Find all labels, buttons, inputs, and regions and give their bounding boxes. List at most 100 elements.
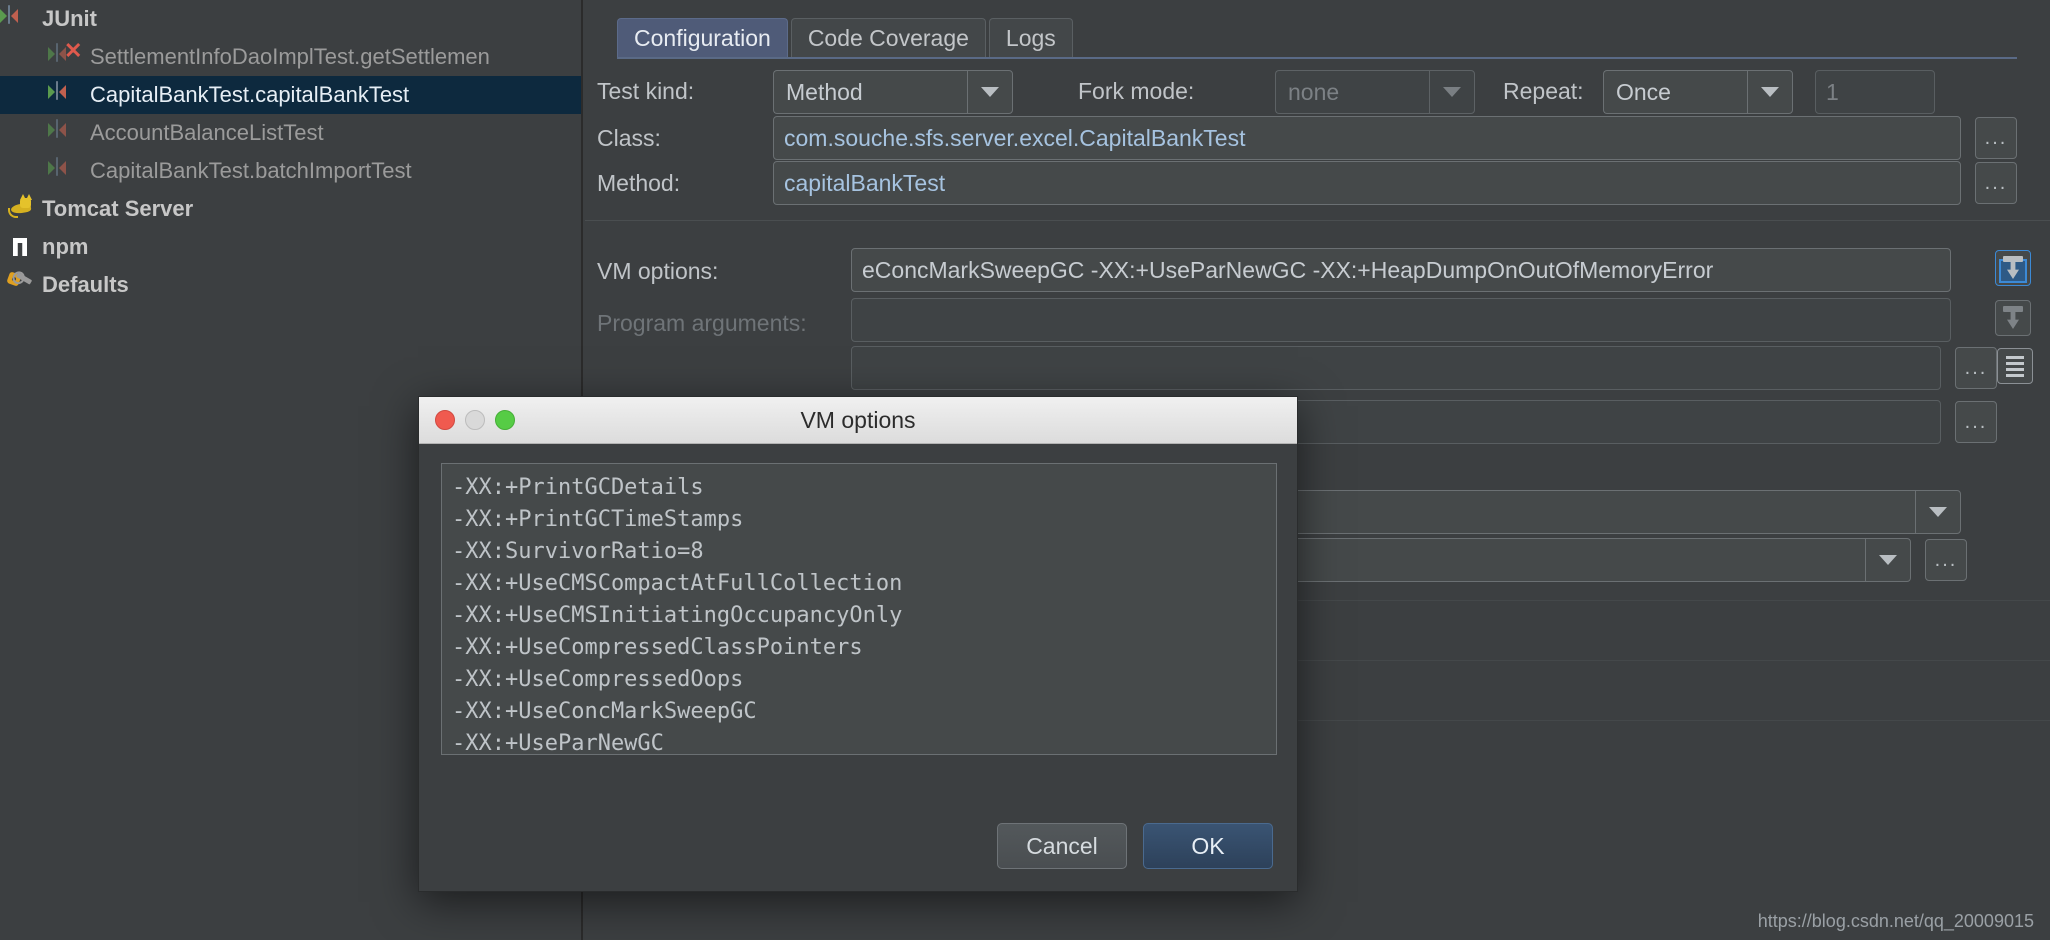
defaults-gear-wrench-icon (8, 272, 34, 298)
macros-list-button[interactable] (1997, 348, 2033, 384)
chevron-down-icon[interactable] (967, 70, 1013, 114)
class-label: Class: (597, 125, 661, 152)
sidebar-item-label: AccountBalanceListTest (90, 120, 324, 146)
vm-options-value: eConcMarkSweepGC -XX:+UseParNewGC -XX:+H… (862, 257, 1713, 284)
sidebar-item-settlementinfodaoimpltest[interactable]: ✕ SettlementInfoDaoImplTest.getSettlemen (0, 38, 581, 76)
tab-label: Code Coverage (808, 25, 969, 52)
fork-mode-label: Fork mode: (1078, 78, 1194, 105)
junit-run-icon (8, 6, 34, 32)
tomcat-icon (8, 196, 34, 222)
method-input[interactable]: capitalBankTest (773, 161, 1961, 205)
working-directory-browse-button[interactable]: ... (1955, 347, 1997, 389)
sidebar-item-label: npm (42, 234, 88, 260)
chevron-down-icon[interactable] (1865, 538, 1911, 582)
repeat-label-wrap: Repeat: (1503, 78, 1584, 105)
sidebar-item-label: JUnit (42, 6, 97, 32)
ide-run-configurations-window: JUnit ✕ SettlementInfoDaoImplTest.getSet… (0, 0, 2050, 940)
ellipsis-icon: ... (1965, 411, 1988, 434)
vm-option-line: -XX:+PrintGCDetails (452, 472, 1266, 504)
module-classpath-browse-button[interactable]: ... (1925, 539, 1967, 581)
vm-options-label-wrap: VM options: (597, 258, 718, 285)
tab-configuration[interactable]: Configuration (617, 18, 788, 58)
fork-mode-combo[interactable]: none (1275, 70, 1475, 114)
expand-arrow-down-icon (2007, 311, 2019, 329)
vm-options-dialog: VM options -XX:+PrintGCDetails -XX:+Prin… (418, 396, 1298, 892)
chevron-down-icon[interactable] (1747, 70, 1793, 114)
environment-variables-browse-button[interactable]: ... (1955, 401, 1997, 443)
error-x-icon: ✕ (64, 40, 82, 62)
sidebar-item-capitalbanktest-capitalbanktest[interactable]: CapitalBankTest.capitalBankTest (0, 76, 581, 114)
test-kind-value: Method (773, 70, 967, 114)
sidebar-item-capitalbanktest-batchimporttest[interactable]: CapitalBankTest.batchImportTest (0, 152, 581, 190)
cancel-button[interactable]: Cancel (997, 823, 1127, 869)
repeat-count-input[interactable]: 1 (1815, 70, 1935, 114)
ellipsis-icon: ... (1985, 172, 2008, 195)
vm-options-label: VM options: (597, 258, 718, 285)
class-value: com.souche.sfs.server.excel.CapitalBankT… (784, 125, 1245, 152)
class-label-wrap: Class: (597, 125, 661, 152)
sidebar-item-label: CapitalBankTest.capitalBankTest (90, 82, 409, 108)
sidebar-item-label: Tomcat Server (42, 196, 193, 222)
ok-button[interactable]: OK (1143, 823, 1273, 869)
tab-logs[interactable]: Logs (989, 18, 1073, 58)
list-bar (2006, 368, 2024, 371)
repeat-value: Once (1603, 70, 1747, 114)
vm-option-line: -XX:+UseConcMarkSweepGC (452, 696, 1266, 728)
program-arguments-label: Program arguments: (597, 310, 807, 337)
dialog-button-bar: Cancel OK (997, 823, 1273, 869)
vm-option-line: -XX:+UseCompressedOops (452, 664, 1266, 696)
repeat-combo[interactable]: Once (1603, 70, 1793, 114)
program-arguments-input[interactable] (851, 298, 1951, 342)
npm-icon (8, 234, 34, 260)
dialog-titlebar[interactable]: VM options (419, 397, 1297, 444)
vm-option-line: -XX:SurvivorRatio=8 (452, 536, 1266, 568)
test-kind-combo[interactable]: Method (773, 70, 1013, 114)
junit-run-error-icon: ✕ (56, 44, 82, 70)
sidebar-item-tomcat-server[interactable]: Tomcat Server (0, 190, 581, 228)
junit-run-icon (56, 120, 82, 146)
tab-underline (617, 57, 2017, 59)
tab-label: Configuration (634, 25, 771, 52)
method-value: capitalBankTest (784, 170, 945, 197)
list-bar (2006, 374, 2024, 377)
tab-code-coverage[interactable]: Code Coverage (791, 18, 986, 58)
method-label: Method: (597, 170, 680, 197)
vm-options-input[interactable]: eConcMarkSweepGC -XX:+UseParNewGC -XX:+H… (851, 248, 1951, 292)
cancel-button-label: Cancel (1026, 833, 1098, 860)
sidebar-item-accountbalancelisttest[interactable]: AccountBalanceListTest (0, 114, 581, 152)
sidebar-item-label: SettlementInfoDaoImplTest.getSettlemen (90, 44, 490, 70)
repeat-label: Repeat: (1503, 78, 1584, 105)
class-browse-button[interactable]: ... (1975, 117, 2017, 159)
vm-options-textarea[interactable]: -XX:+PrintGCDetails -XX:+PrintGCTimeStam… (441, 463, 1277, 755)
chevron-down-icon[interactable] (1915, 490, 1961, 534)
vm-option-line: -XX:+PrintGCTimeStamps (452, 504, 1266, 536)
watermark: https://blog.csdn.net/qq_20009015 (1758, 911, 2034, 932)
vm-options-expand-button[interactable] (1995, 250, 2031, 286)
sidebar-item-npm[interactable]: npm (0, 228, 581, 266)
tab-label: Logs (1006, 25, 1056, 52)
list-bar (2006, 362, 2024, 365)
ellipsis-icon: ... (1965, 357, 1988, 380)
class-input[interactable]: com.souche.sfs.server.excel.CapitalBankT… (773, 116, 1961, 160)
chevron-down-icon[interactable] (1429, 70, 1475, 114)
method-browse-button[interactable]: ... (1975, 162, 2017, 204)
ellipsis-icon: ... (1935, 549, 1958, 572)
program-arguments-expand-button[interactable] (1995, 300, 2031, 336)
sidebar-item-defaults[interactable]: Defaults (0, 266, 581, 304)
method-label-wrap: Method: (597, 170, 680, 197)
vm-option-line: -XX:+UseCMSCompactAtFullCollection (452, 568, 1266, 600)
ok-button-label: OK (1191, 833, 1224, 860)
working-directory-input[interactable] (851, 346, 1941, 390)
junit-run-icon (56, 82, 82, 108)
vm-option-line: -XX:+UseParNewGC (452, 728, 1266, 755)
list-bar (2006, 356, 2024, 359)
tab-bar: Configuration Code Coverage Logs (617, 16, 1073, 58)
ellipsis-icon: ... (1985, 127, 2008, 150)
sidebar-item-label: Defaults (42, 272, 129, 298)
sidebar-item-junit[interactable]: JUnit (0, 0, 581, 38)
sidebar-item-label: CapitalBankTest.batchImportTest (90, 158, 412, 184)
fork-mode-value: none (1275, 70, 1429, 114)
repeat-count-value: 1 (1826, 79, 1839, 106)
form-divider (585, 220, 2050, 221)
vm-option-line: -XX:+UseCompressedClassPointers (452, 632, 1266, 664)
